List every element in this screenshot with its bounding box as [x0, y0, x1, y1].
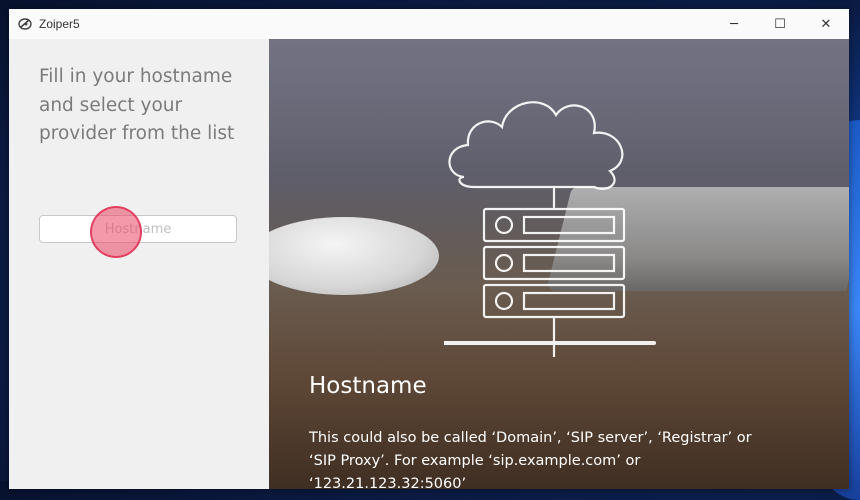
minimize-button[interactable]: ─ — [711, 9, 757, 39]
info-title: Hostname — [309, 373, 427, 399]
instructions-text: Fill in your hostname and select your pr… — [39, 66, 235, 144]
maximize-button[interactable]: ☐ — [757, 9, 803, 39]
zoiper-app-icon — [17, 16, 33, 32]
click-indicator — [90, 206, 142, 258]
setup-left-panel: Fill in your hostname and select your pr… — [9, 39, 269, 489]
close-button[interactable]: ✕ — [803, 9, 849, 39]
mouse-photo — [269, 217, 439, 295]
info-body: This could also be called ‘Domain’, ‘SIP… — [309, 430, 752, 489]
info-panel: Hostname This could also be called ‘Doma… — [269, 39, 849, 489]
app-window: Zoiper5 ─ ☐ ✕ Fill in your hostname and … — [9, 9, 849, 489]
window-title: Zoiper5 — [39, 17, 80, 31]
title-bar[interactable]: Zoiper5 ─ ☐ ✕ — [9, 9, 849, 39]
cloud-server-illustration — [444, 101, 656, 357]
